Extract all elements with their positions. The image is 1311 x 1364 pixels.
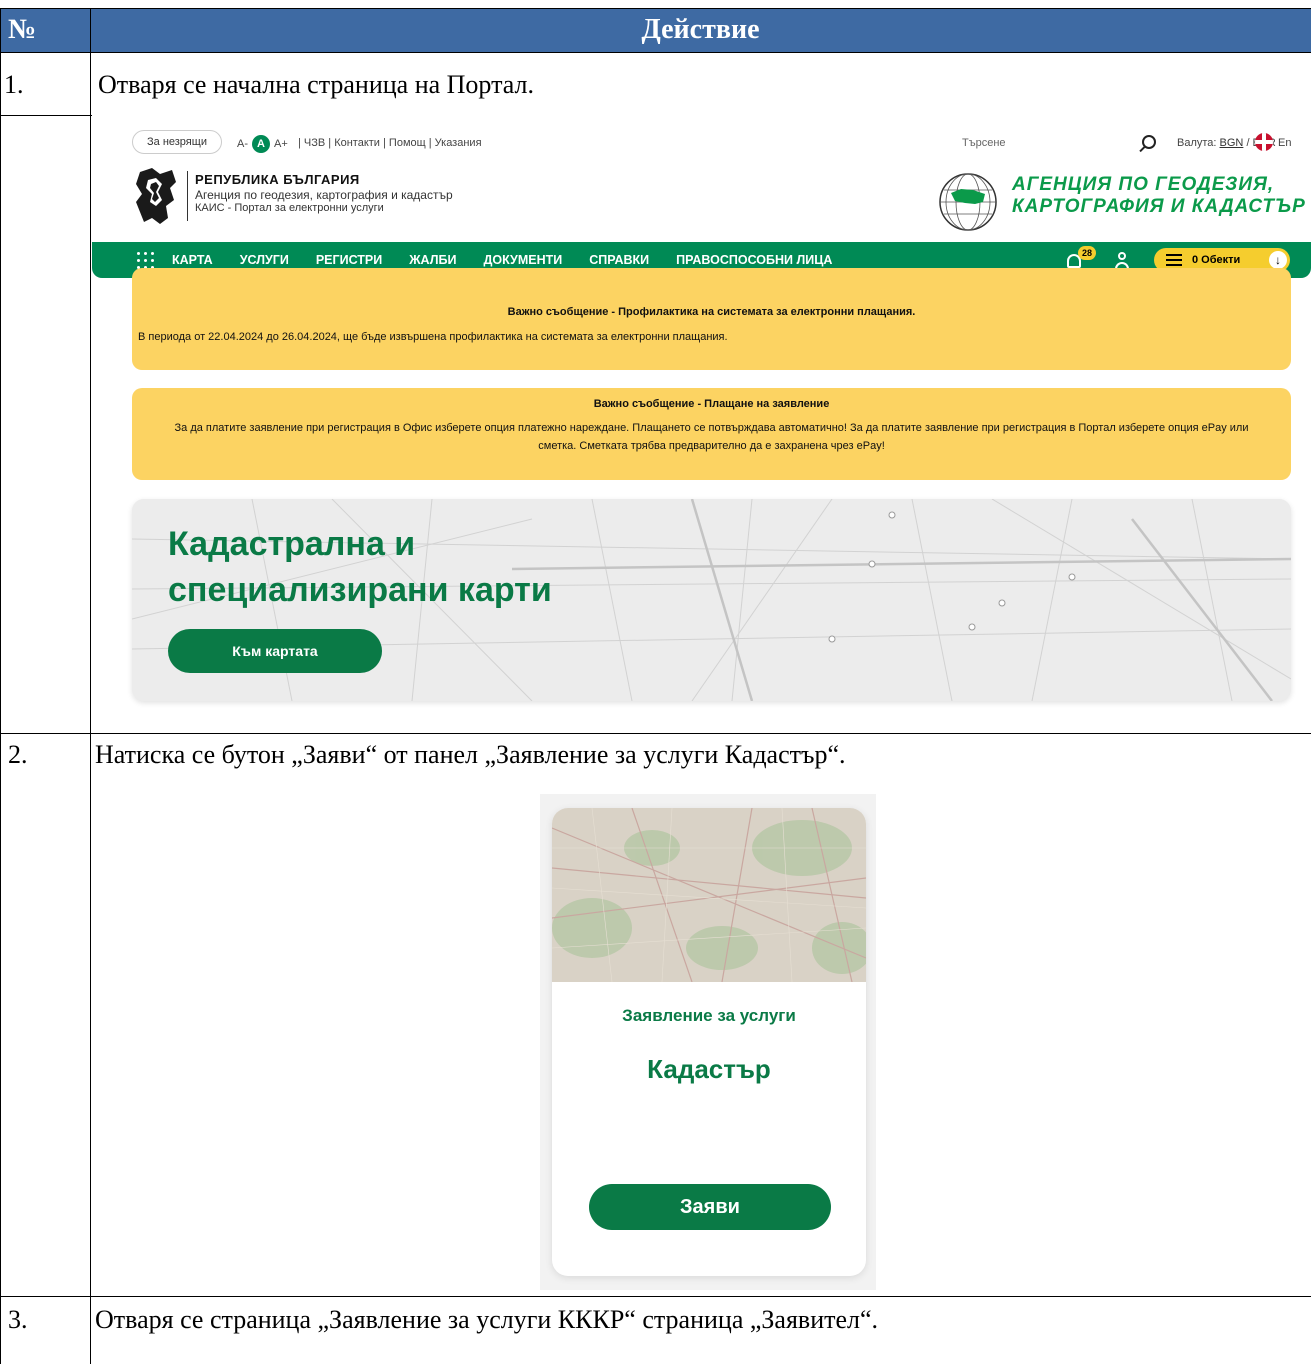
apply-button[interactable]: Заяви — [589, 1184, 831, 1230]
row-text: Натиска се бутон „Заяви“ от панел „Заявл… — [95, 740, 846, 769]
card-title: Кадастър — [647, 1054, 771, 1084]
top-bar: За незрящи A- A A+ | ЧЗВ | Контакти | По… — [92, 116, 1311, 156]
agency-globe-logo-icon — [939, 173, 997, 231]
notice-maintenance: Важно съобщение - Профилактика на систем… — [132, 268, 1291, 370]
brand-title: РЕПУБЛИКА БЪЛГАРИЯ — [195, 172, 360, 187]
apps-grid-icon[interactable] — [136, 251, 154, 269]
map-hero-banner: Кадастрална и специализирани карти Към к… — [132, 499, 1291, 701]
table-border — [0, 8, 1, 1364]
cadastre-service-card: Заявление за услуги Кадастър Заяви — [552, 808, 866, 1276]
search-placeholder: Търсене — [962, 137, 1006, 149]
font-smaller-button[interactable]: A- — [237, 138, 248, 150]
accessibility-button[interactable]: За незрящи — [132, 130, 222, 154]
hero-title: Кадастрална и — [168, 525, 416, 563]
currency-bgn[interactable]: BGN — [1220, 137, 1244, 149]
agency-name-line1: АГЕНЦИЯ ПО ГЕОДЕЗИЯ, — [1012, 174, 1275, 195]
notice-body: В периода от 22.04.2024 до 26.04.2024, щ… — [138, 331, 728, 343]
notice-title: Важно съобщение - Профилактика на систем… — [507, 306, 916, 318]
uk-flag-icon[interactable] — [1255, 133, 1273, 151]
arrow-down-icon: ↓ — [1269, 251, 1287, 269]
table-border — [0, 115, 92, 116]
cadastre-map-image — [552, 808, 866, 982]
table-border — [0, 1296, 1311, 1297]
search-input[interactable]: Търсене — [954, 130, 1164, 156]
to-map-button[interactable]: Към картата — [168, 629, 382, 673]
brand-subtitle: Агенция по геодезия, картография и кадас… — [195, 188, 453, 202]
brand-portal-name: КАИС - Портал за електронни услуги — [195, 202, 384, 214]
row-number: 1. — [4, 70, 24, 99]
font-default-button[interactable]: A — [252, 135, 270, 153]
font-larger-button[interactable]: A+ — [274, 138, 288, 150]
header-action: Действие — [90, 8, 1311, 52]
notice-title: Важно съобщение - Плащане на заявление — [593, 398, 830, 410]
table-border — [90, 8, 91, 1364]
agency-name-line2: КАРТОГРАФИЯ И КАДАСТЪР — [1012, 196, 1306, 217]
row-text: Отваря се страница „Заявление за услуги … — [95, 1305, 879, 1334]
language-switch[interactable]: En — [1278, 137, 1291, 149]
brand-divider — [187, 171, 188, 221]
notice-payment: Важно съобщение - Плащане на заявление З… — [132, 388, 1291, 480]
row-number: 3. — [8, 1305, 28, 1334]
service-card-screenshot: Заявление за услуги Кадастър Заяви — [540, 794, 876, 1290]
table-border — [0, 8, 1311, 9]
notice-body: За да платите заявление при регистрация … — [174, 422, 1249, 452]
row-number: 2. — [8, 740, 28, 769]
card-subtitle: Заявление за услуги — [622, 1006, 796, 1025]
search-icon[interactable] — [1142, 135, 1156, 149]
menu-icon — [1166, 254, 1182, 266]
table-border — [0, 52, 1311, 53]
row-text: Отваря се начална страница на Портал. — [98, 70, 535, 99]
font-size-controls: A- A A+ — [237, 135, 288, 153]
hero-title: специализирани карти — [168, 571, 552, 609]
top-links[interactable]: | ЧЗВ | Контакти | Помощ | Указания — [298, 137, 482, 149]
header-number: № — [0, 8, 90, 52]
table-border — [0, 733, 1311, 734]
notifications-badge: 28 — [1078, 246, 1096, 260]
coat-of-arms-icon — [136, 168, 176, 224]
portal-screenshot: За незрящи A- A A+ | ЧЗВ | Контакти | По… — [92, 116, 1311, 716]
currency-label: Валута: — [1177, 137, 1217, 149]
